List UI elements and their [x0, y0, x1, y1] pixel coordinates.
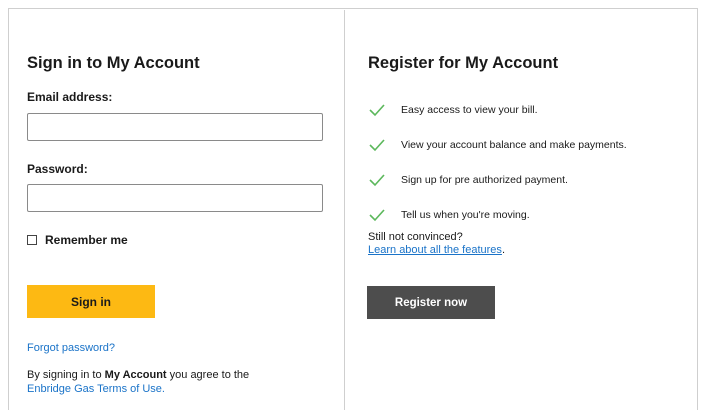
remember-checkbox[interactable] [27, 235, 37, 245]
feature-text: Sign up for pre authorized payment. [401, 173, 568, 186]
feature-text: View your account balance and make payme… [401, 138, 627, 151]
feature-item: View your account balance and make payme… [368, 127, 627, 162]
email-label: Email address: [27, 90, 113, 104]
terms-link[interactable]: Enbridge Gas Terms of Use. [27, 383, 165, 395]
feature-list: Easy access to view your bill. View your… [368, 92, 627, 232]
checkmark-icon [369, 173, 385, 186]
learn-features-link[interactable]: Learn about all the features [368, 244, 502, 256]
learn-more: Learn about all the features. [368, 244, 505, 256]
forgot-password-link[interactable]: Forgot password? [27, 342, 115, 354]
still-not-convinced: Still not convinced? [368, 231, 463, 243]
feature-item: Sign up for pre authorized payment. [368, 162, 627, 197]
remember-me[interactable]: Remember me [27, 233, 128, 247]
register-now-button[interactable]: Register now [367, 286, 495, 319]
feature-text: Tell us when you're moving. [401, 208, 530, 221]
column-divider [344, 10, 345, 410]
agree-prefix: By signing in to [27, 369, 105, 381]
password-label: Password: [27, 162, 88, 176]
feature-text: Easy access to view your bill. [401, 103, 538, 116]
password-input[interactable] [27, 184, 323, 212]
checkmark-icon [369, 208, 385, 221]
agree-bold: My Account [104, 369, 167, 381]
email-input[interactable] [27, 113, 323, 141]
terms-agreement: By signing in to My Account you agree to… [27, 368, 327, 396]
register-heading: Register for My Account [368, 54, 559, 72]
checkmark-icon [369, 103, 385, 116]
agree-suffix: you agree to the [166, 369, 250, 381]
signin-button[interactable]: Sign in [27, 285, 155, 318]
feature-item: Tell us when you're moving. [368, 197, 627, 232]
checkmark-icon [369, 138, 385, 151]
remember-label: Remember me [45, 233, 128, 247]
signin-heading: Sign in to My Account [27, 54, 200, 72]
feature-item: Easy access to view your bill. [368, 92, 627, 127]
learn-end: . [501, 244, 505, 256]
